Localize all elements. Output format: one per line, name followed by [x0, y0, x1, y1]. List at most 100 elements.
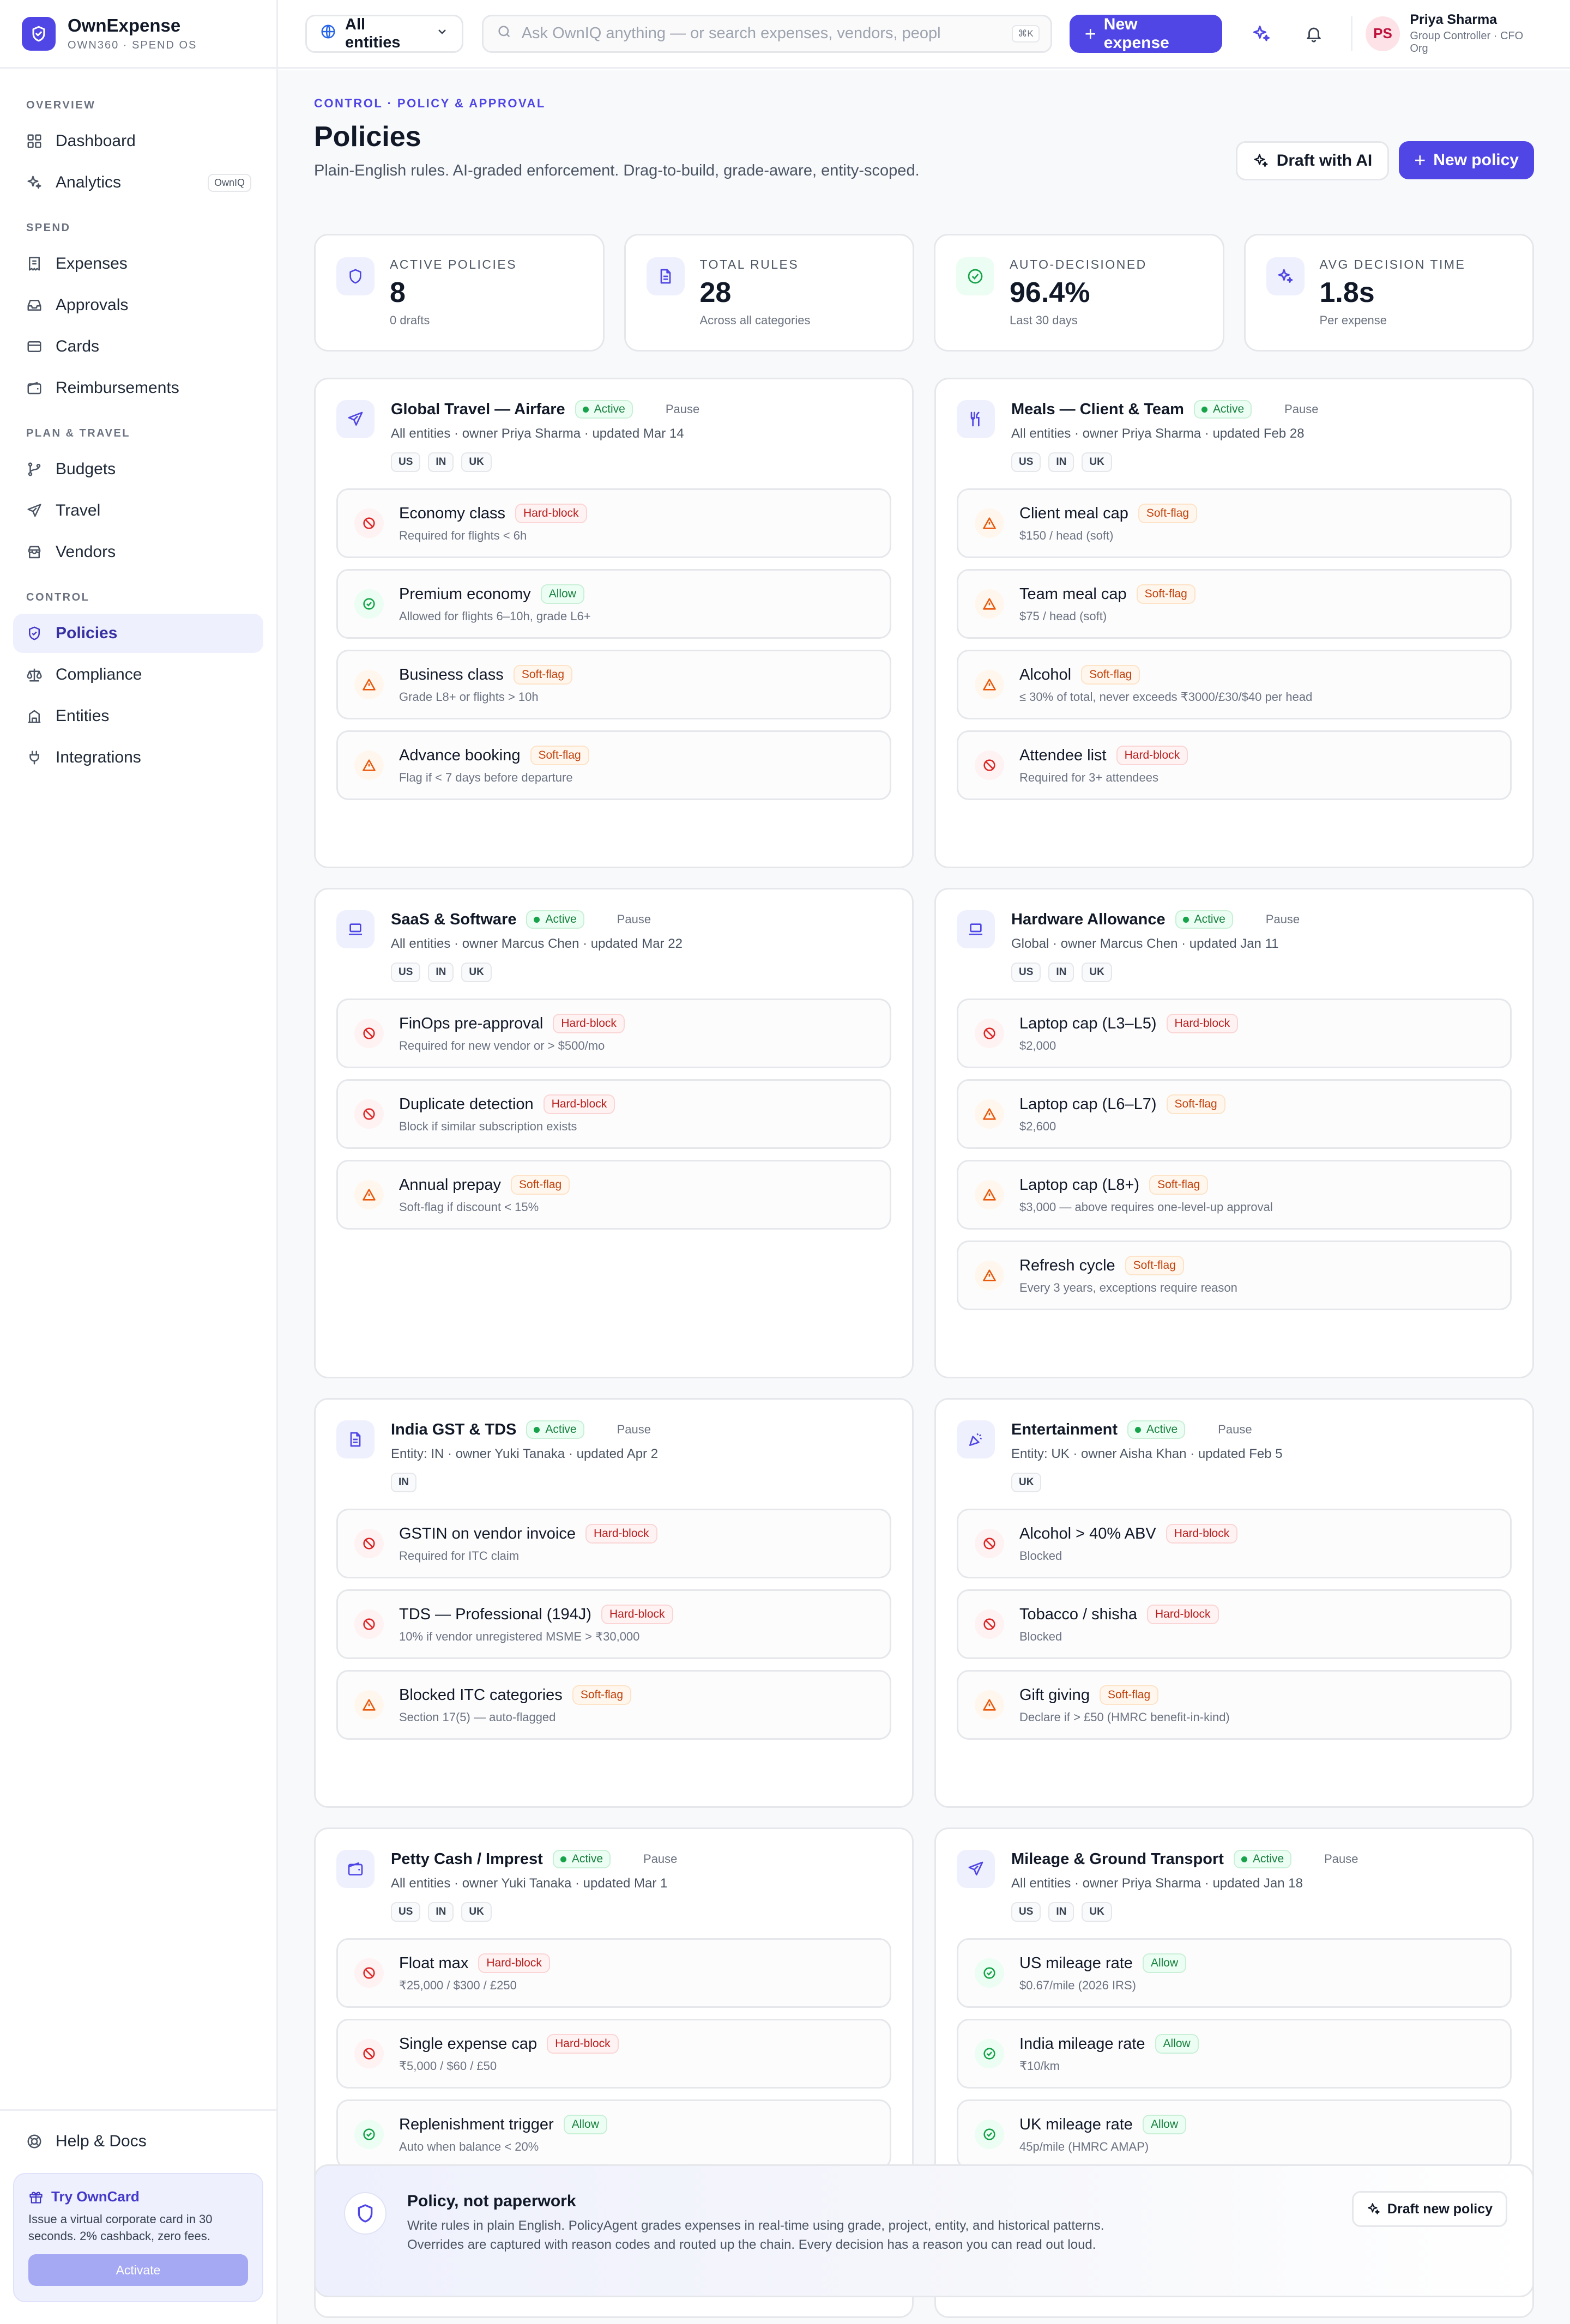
pause-button[interactable]: Pause: [1284, 402, 1318, 416]
policy-rule[interactable]: Team meal cap Soft-flag $75 / head (soft…: [957, 569, 1512, 639]
sidebar-item-expenses[interactable]: Expenses: [13, 244, 263, 283]
sidebar-item-vendors[interactable]: Vendors: [13, 532, 263, 572]
status-dot: [534, 1426, 540, 1433]
new-expense-button[interactable]: + New expense: [1069, 14, 1222, 53]
sidebar-item-reimbursements[interactable]: Reimbursements: [13, 368, 263, 408]
sidebar-item-label: Cards: [56, 337, 100, 355]
policy-rule[interactable]: GSTIN on vendor invoice Hard-block Requi…: [336, 1509, 891, 1578]
sidebar-item-label: Dashboard: [56, 132, 136, 150]
status-dot: [1134, 1426, 1141, 1433]
pause-button[interactable]: Pause: [1266, 912, 1300, 927]
pause-button[interactable]: Pause: [643, 1852, 677, 1866]
policy-title: Petty Cash / Imprest: [391, 1850, 543, 1868]
policy-card[interactable]: Meals — Client & Team Active Pause All e…: [934, 378, 1534, 868]
policy-rule[interactable]: Business class Soft-flag Grade L8+ or fl…: [336, 650, 891, 719]
policy-rule[interactable]: Laptop cap (L8+) Soft-flag $3,000 — abov…: [957, 1160, 1512, 1230]
rule-description: Declare if > £50 (HMRC benefit-in-kind): [1019, 1710, 1230, 1724]
rule-description: Grade L8+ or flights > 10h: [399, 690, 539, 704]
policy-rule[interactable]: Premium economy Allow Allowed for flight…: [336, 569, 891, 639]
policy-rule[interactable]: Duplicate detection Hard-block Block if …: [336, 1079, 891, 1149]
policy-rule[interactable]: Economy class Hard-block Required for fl…: [336, 488, 891, 558]
rule-name: Attendee list: [1019, 746, 1107, 764]
entity-selector[interactable]: All entities: [305, 14, 463, 53]
policy-card[interactable]: Entertainment Active Pause Entity: UK · …: [934, 1398, 1534, 1808]
ai-sparkle-button[interactable]: [1248, 21, 1275, 47]
policy-rule[interactable]: TDS — Professional (194J) Hard-block 10%…: [336, 1589, 891, 1659]
policy-rule[interactable]: US mileage rate Allow $0.67/mile (2026 I…: [957, 1938, 1512, 2008]
pause-button[interactable]: Pause: [1324, 1852, 1358, 1866]
sidebar-item-label: Travel: [56, 501, 101, 519]
policy-rule[interactable]: UK mileage rate Allow 45p/mile (HMRC AMA…: [957, 2099, 1512, 2169]
status-label: Active: [571, 1853, 603, 1865]
pause-button[interactable]: Pause: [666, 402, 699, 416]
policy-rule[interactable]: Single expense cap Hard-block ₹5,000 / $…: [336, 2019, 891, 2089]
sidebar-item-compliance[interactable]: Compliance: [13, 655, 263, 694]
policy-rule[interactable]: Blocked ITC categories Soft-flag Section…: [336, 1670, 891, 1740]
policy-card[interactable]: SaaS & Software Active Pause All entitie…: [314, 888, 914, 1378]
activate-button[interactable]: Activate: [28, 2254, 248, 2286]
sidebar-item-label: Expenses: [56, 255, 128, 273]
shield-icon: [25, 624, 44, 643]
rule-name: Laptop cap (L6–L7): [1019, 1095, 1157, 1113]
rule-name: Client meal cap: [1019, 504, 1128, 522]
policy-rule[interactable]: Gift giving Soft-flag Declare if > £50 (…: [957, 1670, 1512, 1740]
sidebar-item-approvals[interactable]: Approvals: [13, 286, 263, 325]
search-input[interactable]: Ask OwnIQ anything — or search expenses,…: [481, 14, 1052, 53]
policy-rule[interactable]: Laptop cap (L6–L7) Soft-flag $2,600: [957, 1079, 1512, 1149]
rule-description: $150 / head (soft): [1019, 529, 1114, 542]
bell-icon: [1306, 27, 1321, 43]
stat-value: 96.4%: [1010, 277, 1090, 308]
policy-rule[interactable]: Client meal cap Soft-flag $150 / head (s…: [957, 488, 1512, 558]
policy-rule[interactable]: Alcohol Soft-flag ≤ 30% of total, never …: [957, 650, 1512, 719]
credit-card-icon: [25, 337, 44, 356]
policy-card[interactable]: Global Travel — Airfare Active Pause All…: [314, 378, 914, 868]
policy-rule[interactable]: Tobacco / shisha Hard-block Blocked: [957, 1589, 1512, 1659]
policy-rule[interactable]: Float max Hard-block ₹25,000 / $300 / £2…: [336, 1938, 891, 2008]
sidebar-item-dashboard[interactable]: Dashboard: [13, 122, 263, 161]
sidebar-item-cards[interactable]: Cards: [13, 327, 263, 366]
sidebar-item-analytics[interactable]: Analytics OwnIQ: [13, 163, 263, 202]
policy-rule[interactable]: Annual prepay Soft-flag Soft-flag if dis…: [336, 1160, 891, 1230]
rule-description: Allowed for flights 6–10h, grade L6+: [399, 609, 591, 623]
scale-icon: [25, 665, 44, 684]
pause-button[interactable]: Pause: [1218, 1423, 1252, 1437]
policy-rule[interactable]: Laptop cap (L3–L5) Hard-block $2,000: [957, 998, 1512, 1068]
sidebar-item-travel[interactable]: Travel: [13, 491, 263, 530]
policy-rule[interactable]: Advance booking Soft-flag Flag if < 7 da…: [336, 730, 891, 800]
draft-new-policy-button[interactable]: Draft new policy: [1351, 2191, 1507, 2227]
sidebar-item-integrations[interactable]: Integrations: [13, 738, 263, 777]
user-menu[interactable]: PS Priya Sharma Group Controller · CFO O…: [1365, 12, 1544, 55]
sidebar-item-budgets[interactable]: Budgets: [13, 450, 263, 489]
document-icon: [336, 1420, 375, 1458]
new-policy-button[interactable]: + New policy: [1399, 141, 1534, 179]
policy-rule[interactable]: Replenishment trigger Allow Auto when ba…: [336, 2099, 891, 2169]
block-icon: [354, 1099, 384, 1129]
policy-rule[interactable]: FinOps pre-approval Hard-block Required …: [336, 998, 891, 1068]
notifications-button[interactable]: [1301, 21, 1327, 47]
pause-button[interactable]: Pause: [617, 912, 651, 927]
status-dot: [534, 916, 540, 923]
policy-card[interactable]: Hardware Allowance Active Pause Global ·…: [934, 888, 1534, 1378]
banner-title: Policy, not paperwork: [407, 2192, 576, 2210]
sidebar-item-policies[interactable]: Policies: [13, 614, 263, 653]
policy-card[interactable]: India GST & TDS Active Pause Entity: IN …: [314, 1398, 914, 1808]
entity-tag: IN: [391, 1473, 416, 1492]
policy-rule[interactable]: Alcohol > 40% ABV Hard-block Blocked: [957, 1509, 1512, 1578]
rule-badge: Hard-block: [515, 504, 587, 523]
rule-badge: Soft-flag: [1099, 1685, 1159, 1705]
status-badge: Active: [526, 1420, 584, 1439]
check-circle-icon: [354, 2120, 384, 2149]
pause-button[interactable]: Pause: [617, 1423, 651, 1437]
sidebar-item-help[interactable]: Help & Docs: [13, 2122, 263, 2161]
rule-name: India mileage rate: [1019, 2035, 1145, 2053]
gift-icon: [29, 2192, 43, 2204]
block-icon: [354, 509, 384, 538]
sidebar-item-entities[interactable]: Entities: [13, 697, 263, 736]
info-banner: Policy, not paperwork Write rules in pla…: [314, 2164, 1534, 2297]
policy-rule[interactable]: Refresh cycle Soft-flag Every 3 years, e…: [957, 1240, 1512, 1310]
brand[interactable]: OwnExpense OWN360 · SPEND OS: [0, 0, 276, 69]
policy-rule[interactable]: Attendee list Hard-block Required for 3+…: [957, 730, 1512, 800]
draft-with-ai-button[interactable]: Draft with AI: [1235, 141, 1390, 180]
owniq-pill: OwnIQ: [207, 173, 251, 192]
policy-rule[interactable]: India mileage rate Allow ₹10/km: [957, 2019, 1512, 2089]
